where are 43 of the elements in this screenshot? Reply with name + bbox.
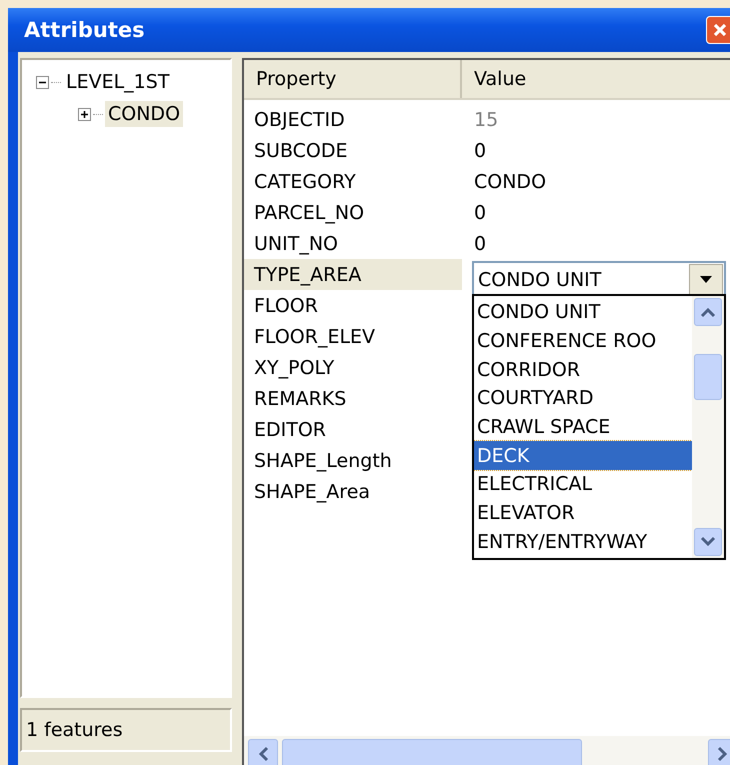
dropdown-option[interactable]: ELECTRICAL	[474, 470, 692, 499]
tree-item[interactable]: LEVEL_1ST	[63, 69, 172, 95]
property-name[interactable]: FLOOR	[244, 290, 462, 321]
property-name[interactable]: CATEGORY	[244, 166, 462, 197]
property-name[interactable]: XY_POLY	[244, 352, 462, 383]
column-header[interactable]: Value	[462, 60, 526, 98]
property-name[interactable]: PARCEL_NO	[244, 197, 462, 228]
scroll-left-icon[interactable]	[248, 739, 278, 765]
scroll-thumb[interactable]	[694, 354, 722, 400]
scroll-thumb[interactable]	[282, 739, 582, 765]
property-name[interactable]: OBJECTID	[244, 104, 462, 135]
property-name[interactable]: SUBCODE	[244, 135, 462, 166]
property-name[interactable]: SHAPE_Length	[244, 445, 462, 476]
expander-icon[interactable]	[36, 76, 49, 88]
expander-icon[interactable]	[78, 108, 91, 120]
dropdown-option[interactable]: CORRIDOR	[474, 355, 692, 384]
close-button[interactable]	[706, 16, 730, 44]
dropdown-option[interactable]: CONFERENCE ROO	[474, 326, 692, 356]
property-name[interactable]: EDITOR	[244, 414, 462, 445]
property-name[interactable]: FLOOR_ELEV	[244, 321, 462, 352]
dropdown-option[interactable]: ENTRY/ENTRYWAY	[474, 528, 692, 556]
horizontal-scrollbar[interactable]	[244, 736, 730, 765]
vertical-scrollbar[interactable]	[692, 296, 724, 558]
property-value: 15	[474, 108, 498, 130]
property-value: 0	[474, 202, 486, 224]
property-name[interactable]: TYPE_AREA	[244, 259, 462, 290]
dropdown-option[interactable]: DECK	[474, 441, 692, 470]
tree-item[interactable]: CONDO	[105, 101, 184, 127]
property-value: 0	[474, 140, 486, 162]
property-value: 0	[474, 232, 486, 254]
scroll-down-icon[interactable]	[694, 528, 722, 556]
dropdown-option[interactable]: CRAWL SPACE	[474, 412, 692, 442]
feature-count: 1 features	[20, 708, 232, 752]
dropdown-option[interactable]: COURTYARD	[474, 384, 692, 413]
window-title: Attributes	[24, 18, 145, 42]
property-name[interactable]: UNIT_NO	[244, 228, 462, 259]
property-name[interactable]: REMARKS	[244, 383, 462, 414]
scroll-up-icon[interactable]	[694, 298, 722, 326]
dropdown-option[interactable]: CONDO UNIT	[474, 298, 692, 327]
dropdown-option[interactable]: ELEVATOR	[474, 498, 692, 528]
property-value: CONDO	[474, 170, 546, 192]
column-header[interactable]: Property	[244, 60, 462, 98]
property-name[interactable]: SHAPE_Area	[244, 476, 462, 507]
